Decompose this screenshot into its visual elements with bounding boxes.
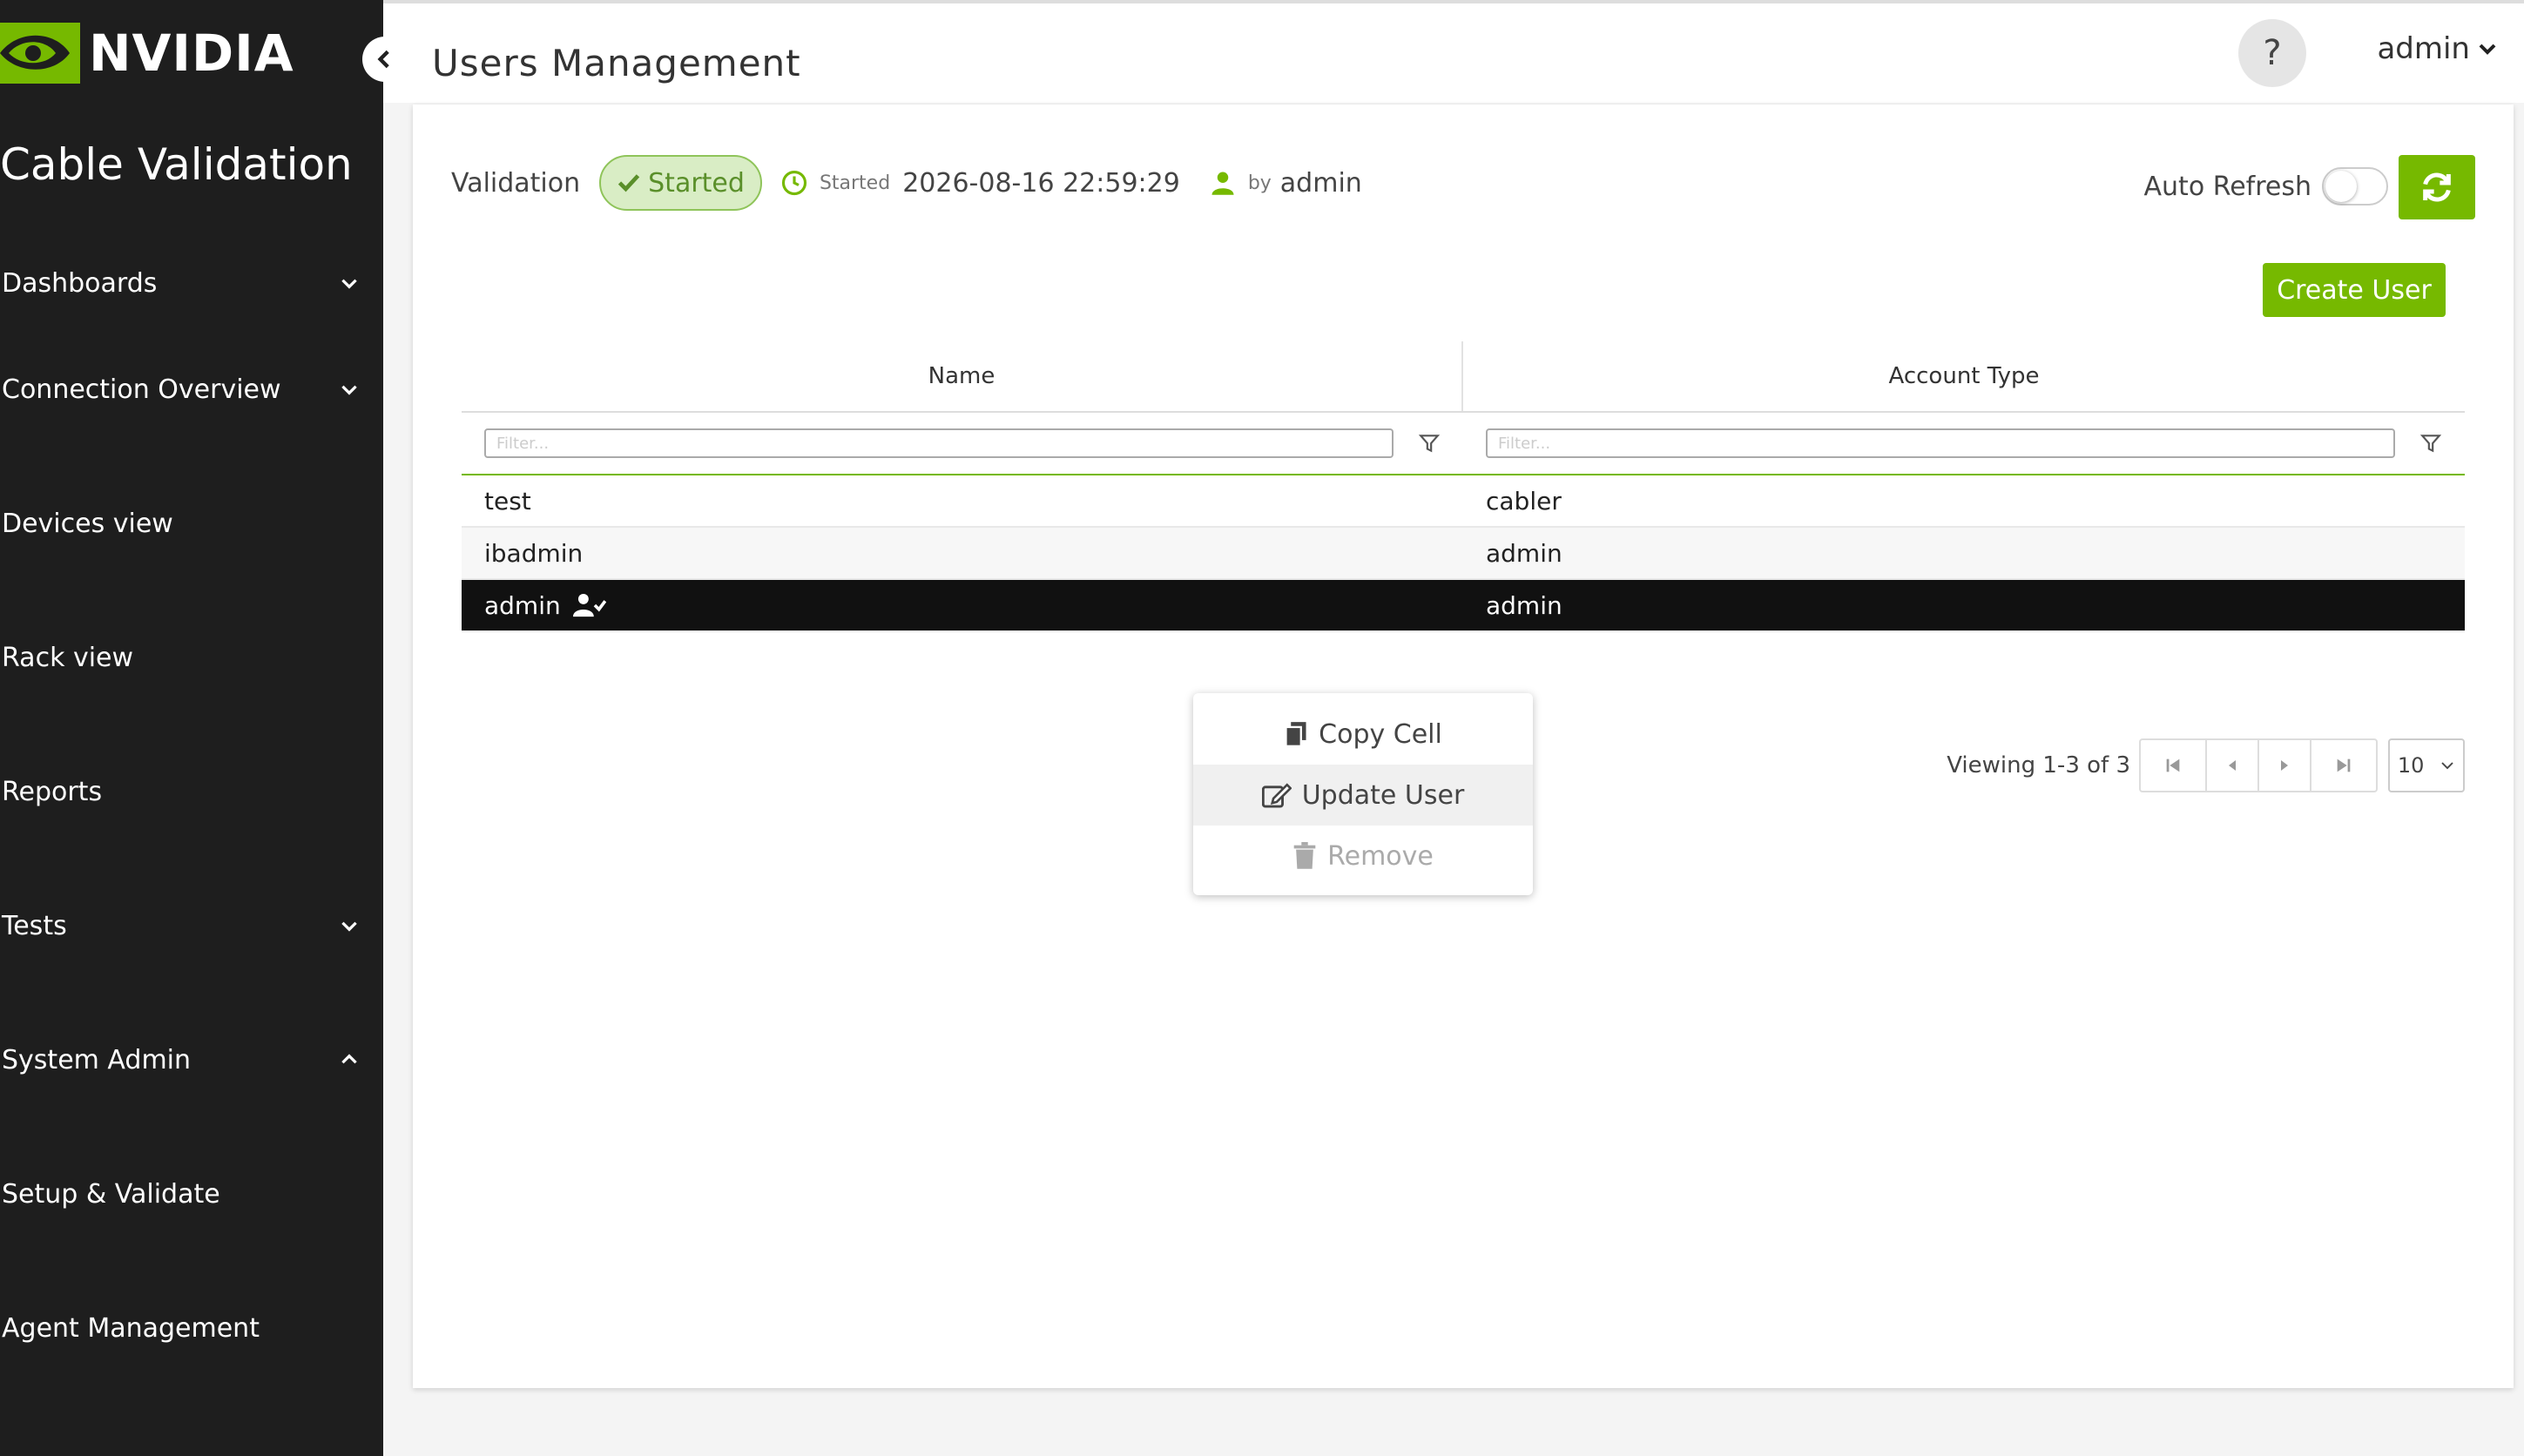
name-text: admin bbox=[484, 590, 561, 620]
sidebar-item-setup-validate[interactable]: Setup & Validate bbox=[0, 1127, 383, 1261]
first-page-button[interactable] bbox=[2139, 738, 2207, 792]
table-header: Name Account Type bbox=[462, 341, 2465, 413]
header: Users Management ? admin bbox=[362, 0, 2524, 103]
status-badge-text: Started bbox=[648, 167, 745, 199]
nvidia-eye-icon bbox=[0, 23, 80, 84]
auto-refresh: Auto Refresh bbox=[2144, 167, 2388, 206]
sidebar-item-label: Rack view bbox=[2, 642, 134, 673]
previous-page-button[interactable] bbox=[2205, 738, 2259, 792]
sidebar-item-label: Dashboards bbox=[2, 267, 158, 299]
pagination: Viewing 1-3 of 3 10 bbox=[1947, 738, 2465, 792]
by-label: by bbox=[1247, 172, 1272, 194]
pagination-summary: Viewing 1-3 of 3 bbox=[1947, 752, 2130, 779]
users-table: Name Account Type Filter... Filter... te… bbox=[462, 341, 2465, 632]
context-menu: Copy Cell Update User Remove bbox=[1193, 693, 1533, 895]
started-at: 2026-08-16 22:59:29 bbox=[902, 167, 1180, 199]
user-check-icon bbox=[572, 593, 606, 617]
sidebar-item-dashboards[interactable]: Dashboards bbox=[0, 244, 383, 322]
copy-cell-menu-item[interactable]: Copy Cell bbox=[1193, 704, 1533, 765]
started-label: Started bbox=[819, 172, 891, 194]
chevron-down-icon bbox=[341, 279, 357, 289]
main-card: Validation Started Started 2026-08-16 22… bbox=[413, 104, 2514, 1388]
user-icon bbox=[1210, 170, 1236, 196]
filter-icon[interactable] bbox=[1418, 432, 1441, 455]
last-page-icon bbox=[2337, 758, 2351, 772]
account-type-filter-cell: Filter... bbox=[1463, 413, 2465, 474]
clock-icon bbox=[781, 170, 807, 196]
chevron-left-icon bbox=[377, 50, 389, 69]
table-row[interactable]: test cabler bbox=[462, 475, 2465, 528]
chevron-down-icon bbox=[2441, 762, 2453, 770]
sidebar-item-label: Reports bbox=[2, 776, 103, 807]
account-type-cell[interactable]: cabler bbox=[1463, 475, 2465, 526]
auto-refresh-toggle[interactable] bbox=[2322, 167, 2388, 206]
account-type-cell[interactable]: admin bbox=[1463, 528, 2465, 578]
page-size-value: 10 bbox=[2397, 753, 2425, 778]
menu-item-label: Remove bbox=[1327, 840, 1434, 872]
name-cell[interactable]: ibadmin bbox=[462, 528, 1463, 578]
chevron-down-icon bbox=[341, 921, 357, 932]
column-header-account-type[interactable]: Account Type bbox=[1463, 341, 2465, 411]
sidebar-nav: Dashboards Connection Overview Devices v… bbox=[0, 244, 383, 1395]
table-row-selected[interactable]: admin admin bbox=[462, 580, 2465, 632]
status-badge: Started bbox=[599, 155, 762, 211]
sidebar-item-tests[interactable]: Tests bbox=[0, 859, 383, 993]
update-user-menu-item[interactable]: Update User bbox=[1193, 765, 1533, 826]
validation-status: Validation Started Started 2026-08-16 22… bbox=[451, 155, 1362, 211]
sidebar-item-label: Devices view bbox=[2, 508, 173, 539]
sidebar-item-label: Tests bbox=[2, 910, 67, 941]
refresh-button[interactable] bbox=[2399, 155, 2475, 219]
name-filter-input[interactable]: Filter... bbox=[484, 428, 1394, 458]
sidebar-item-system-admin[interactable]: System Admin bbox=[0, 993, 383, 1127]
caret-left-icon bbox=[2229, 760, 2236, 771]
remove-menu-item[interactable]: Remove bbox=[1193, 826, 1533, 886]
sidebar-item-label: Setup & Validate bbox=[2, 1178, 220, 1210]
next-page-button[interactable] bbox=[2257, 738, 2311, 792]
name-cell[interactable]: admin bbox=[462, 580, 1463, 630]
column-header-name[interactable]: Name bbox=[462, 341, 1463, 411]
last-page-button[interactable] bbox=[2310, 738, 2378, 792]
chevron-down-icon bbox=[341, 385, 357, 395]
check-icon bbox=[618, 174, 640, 192]
first-page-icon bbox=[2166, 758, 2180, 772]
chevron-down-icon bbox=[2479, 44, 2496, 55]
app-title: Cable Validation bbox=[0, 139, 353, 190]
auto-refresh-label: Auto Refresh bbox=[2143, 171, 2311, 202]
copy-icon bbox=[1285, 722, 1306, 747]
brand-wordmark: NVIDIA bbox=[89, 24, 294, 83]
nvidia-logo[interactable]: NVIDIA bbox=[0, 23, 294, 84]
user-menu[interactable]: admin bbox=[2377, 31, 2498, 66]
sidebar-item-label: Connection Overview bbox=[2, 374, 281, 405]
sidebar: NVIDIA Cable Validation Dashboards Conne… bbox=[0, 0, 383, 1456]
sidebar-item-label: System Admin bbox=[2, 1044, 192, 1075]
account-type-cell[interactable]: admin bbox=[1463, 580, 2465, 630]
caret-right-icon bbox=[2281, 760, 2288, 771]
menu-item-label: Update User bbox=[1301, 779, 1465, 811]
help-button[interactable]: ? bbox=[2238, 19, 2306, 87]
filter-icon[interactable] bbox=[2419, 432, 2442, 455]
account-type-filter-input[interactable]: Filter... bbox=[1486, 428, 2395, 458]
name-cell[interactable]: test bbox=[462, 475, 1463, 526]
sidebar-item-devices-view[interactable]: Devices view bbox=[0, 456, 383, 590]
edit-icon bbox=[1261, 783, 1292, 808]
trash-icon bbox=[1293, 842, 1316, 869]
refresh-icon bbox=[2423, 172, 2451, 202]
name-filter-cell: Filter... bbox=[462, 413, 1463, 474]
table-row[interactable]: ibadmin admin bbox=[462, 528, 2465, 580]
validation-label: Validation bbox=[451, 167, 581, 199]
page-size-select[interactable]: 10 bbox=[2388, 738, 2465, 792]
user-name: admin bbox=[2377, 31, 2470, 66]
page-title: Users Management bbox=[432, 42, 801, 84]
menu-item-label: Copy Cell bbox=[1319, 718, 1442, 750]
started-by-user: admin bbox=[1279, 167, 1362, 199]
sidebar-item-agent-management[interactable]: Agent Management bbox=[0, 1261, 383, 1395]
sidebar-item-reports[interactable]: Reports bbox=[0, 725, 383, 859]
sidebar-item-label: Agent Management bbox=[2, 1312, 260, 1344]
filter-row: Filter... Filter... bbox=[462, 413, 2465, 475]
collapse-sidebar-button[interactable] bbox=[362, 37, 408, 82]
create-user-button[interactable]: Create User bbox=[2263, 263, 2446, 317]
chevron-up-icon bbox=[341, 1054, 357, 1064]
sidebar-item-rack-view[interactable]: Rack view bbox=[0, 590, 383, 725]
sidebar-item-connection-overview[interactable]: Connection Overview bbox=[0, 322, 383, 456]
